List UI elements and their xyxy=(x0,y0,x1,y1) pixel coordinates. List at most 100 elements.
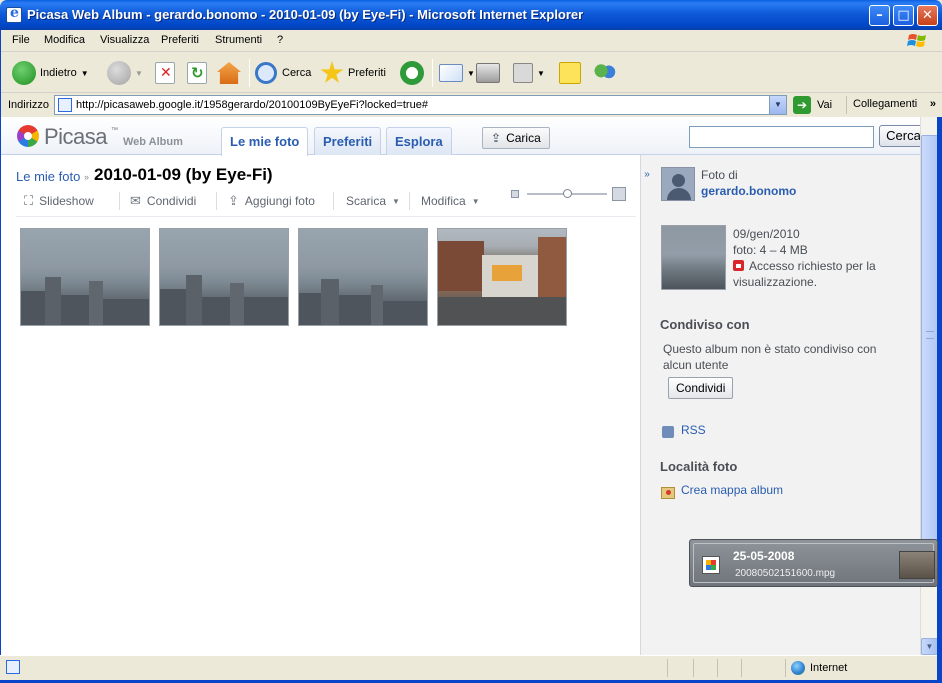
window-title-bar[interactable]: Picasa Web Album - gerardo.bonomo - 2010… xyxy=(0,0,942,30)
photo-thumbnail[interactable] xyxy=(298,228,428,326)
address-label: Indirizzo xyxy=(8,99,49,111)
photo-thumbnail[interactable] xyxy=(159,228,289,326)
minimize-button[interactable]: – xyxy=(869,5,890,26)
search-button[interactable]: Cerca xyxy=(255,59,311,87)
history-icon xyxy=(400,61,424,85)
refresh-icon: ↻ xyxy=(187,62,207,84)
maximize-button[interactable]: □ xyxy=(893,5,914,26)
slider-handle[interactable] xyxy=(563,189,572,198)
download-label: Scarica xyxy=(346,194,387,208)
shared-text: Questo album non è stato condiviso con xyxy=(663,342,877,356)
mail-icon xyxy=(439,64,463,82)
tab-preferiti[interactable]: Preferiti xyxy=(314,127,382,155)
security-zone[interactable]: Internet xyxy=(791,661,847,675)
search-input[interactable] xyxy=(689,126,874,148)
photo-by-label: Foto di xyxy=(701,168,738,182)
edit-dropdown[interactable]: Modifica ▼ xyxy=(421,191,480,211)
access-text: Accesso richiesto per la xyxy=(749,259,876,273)
menu-preferiti[interactable]: Preferiti xyxy=(161,34,199,46)
album-cover-thumbnail[interactable] xyxy=(661,225,726,290)
search-submit-button[interactable]: Cerca xyxy=(879,125,920,147)
small-thumbnail-icon xyxy=(511,190,519,198)
close-button[interactable]: ✕ xyxy=(917,5,938,26)
picasa-header: Picasa ™ Web Album Le mie foto Preferiti… xyxy=(0,117,920,156)
menu-modifica[interactable]: Modifica xyxy=(44,34,85,46)
menu-file[interactable]: File xyxy=(12,34,30,46)
menu-strumenti[interactable]: Strumenti xyxy=(215,34,262,46)
rss-icon xyxy=(662,426,674,438)
edit-icon xyxy=(513,63,533,83)
scrollbar-thumb[interactable] xyxy=(921,135,938,540)
rss-link[interactable]: RSS xyxy=(681,423,706,437)
breadcrumb-le-mie-foto[interactable]: Le mie foto xyxy=(16,169,80,184)
mail-button[interactable]: ▼ xyxy=(439,59,475,87)
back-button[interactable]: Indietro ▼ xyxy=(12,59,89,87)
shared-text-line2: alcun utente xyxy=(663,358,729,372)
breadcrumb-separator: » xyxy=(84,172,90,182)
tab-esplora[interactable]: Esplora xyxy=(386,127,452,155)
upload-button[interactable]: ⇪ Carica xyxy=(482,127,550,149)
address-bar: Indirizzo http://picasaweb.google.it/195… xyxy=(0,94,942,116)
home-button[interactable] xyxy=(217,59,241,87)
page-icon xyxy=(58,98,72,112)
printer-icon xyxy=(476,63,500,83)
browser-toolbar: Indietro ▼ ▼ ✕ ↻ Cerca Preferiti ▼ ▼ xyxy=(0,53,942,93)
collapse-sidebar-icon[interactable]: » xyxy=(641,167,653,183)
page-icon xyxy=(6,660,20,674)
download-dropdown[interactable]: Scarica ▼ xyxy=(346,191,400,211)
maximize-icon: □ xyxy=(897,8,910,23)
magnifier-icon xyxy=(255,62,277,84)
owner-link[interactable]: gerardo.bonomo xyxy=(701,184,796,198)
favorites-button[interactable]: Preferiti xyxy=(320,59,386,87)
messenger-button[interactable] xyxy=(592,59,618,87)
menu-help[interactable]: ? xyxy=(277,34,283,46)
picasa-logo-icon[interactable] xyxy=(17,125,39,147)
note-icon xyxy=(559,62,581,84)
album-title: 2010-01-09 (by Eye-Fi) xyxy=(94,165,273,184)
status-bar: Internet xyxy=(0,655,937,680)
chevron-down-icon: ▼ xyxy=(80,68,89,78)
avatar[interactable] xyxy=(661,167,695,201)
scroll-down-icon[interactable]: ▼ xyxy=(921,638,938,655)
menu-bar: File Modifica Visualizza Preferiti Strum… xyxy=(0,30,942,52)
upload-label: Carica xyxy=(506,131,541,145)
status-cell xyxy=(693,659,717,677)
eyefi-upload-notification[interactable]: 25-05-2008 20080502151600.mpg xyxy=(689,539,938,587)
note-button[interactable] xyxy=(559,59,581,87)
chevron-down-icon: ▼ xyxy=(135,68,143,78)
back-label: Indietro xyxy=(40,67,77,79)
address-input[interactable]: http://picasaweb.google.it/1958gerardo/2… xyxy=(54,95,787,115)
status-cell xyxy=(741,659,765,677)
print-button[interactable] xyxy=(476,59,500,87)
tab-le-mie-foto[interactable]: Le mie foto xyxy=(221,127,309,156)
menu-visualizza[interactable]: Visualizza xyxy=(100,34,149,46)
links-button[interactable]: Collegamenti » xyxy=(846,96,942,114)
divider xyxy=(119,192,120,210)
star-icon xyxy=(320,61,344,83)
divider xyxy=(16,216,636,217)
history-button[interactable] xyxy=(400,59,424,87)
chevron-down-icon[interactable]: ▼ xyxy=(769,96,786,114)
slideshow-button[interactable]: ⛶ Slideshow xyxy=(24,191,94,211)
forward-arrow-icon xyxy=(107,61,131,85)
picasa-logo-text[interactable]: Picasa xyxy=(44,124,108,150)
photo-thumbnail[interactable] xyxy=(20,228,150,326)
trademark-mark: ™ xyxy=(111,127,118,134)
share-album-button[interactable]: Condividi xyxy=(668,377,734,399)
slideshow-icon: ⛶ xyxy=(24,193,34,208)
create-map-link[interactable]: Crea mappa album xyxy=(681,483,783,497)
add-photos-button[interactable]: ⇪ Aggiungi foto xyxy=(228,191,315,211)
map-icon xyxy=(661,487,675,499)
photo-thumbnail[interactable] xyxy=(437,228,567,326)
go-label: Vai xyxy=(817,99,833,111)
forward-button[interactable]: ▼ xyxy=(107,59,143,87)
refresh-button[interactable]: ↻ xyxy=(187,59,207,87)
stop-button[interactable]: ✕ xyxy=(155,59,175,87)
divider xyxy=(216,192,217,210)
edit-page-button[interactable]: ▼ xyxy=(513,59,545,87)
share-button[interactable]: ✉ Condividi xyxy=(130,191,196,211)
go-button[interactable]: ➔ Vai xyxy=(793,96,832,114)
divider xyxy=(409,192,410,210)
thumbnail-size-slider[interactable] xyxy=(511,187,628,201)
large-thumbnail-icon xyxy=(612,187,626,201)
